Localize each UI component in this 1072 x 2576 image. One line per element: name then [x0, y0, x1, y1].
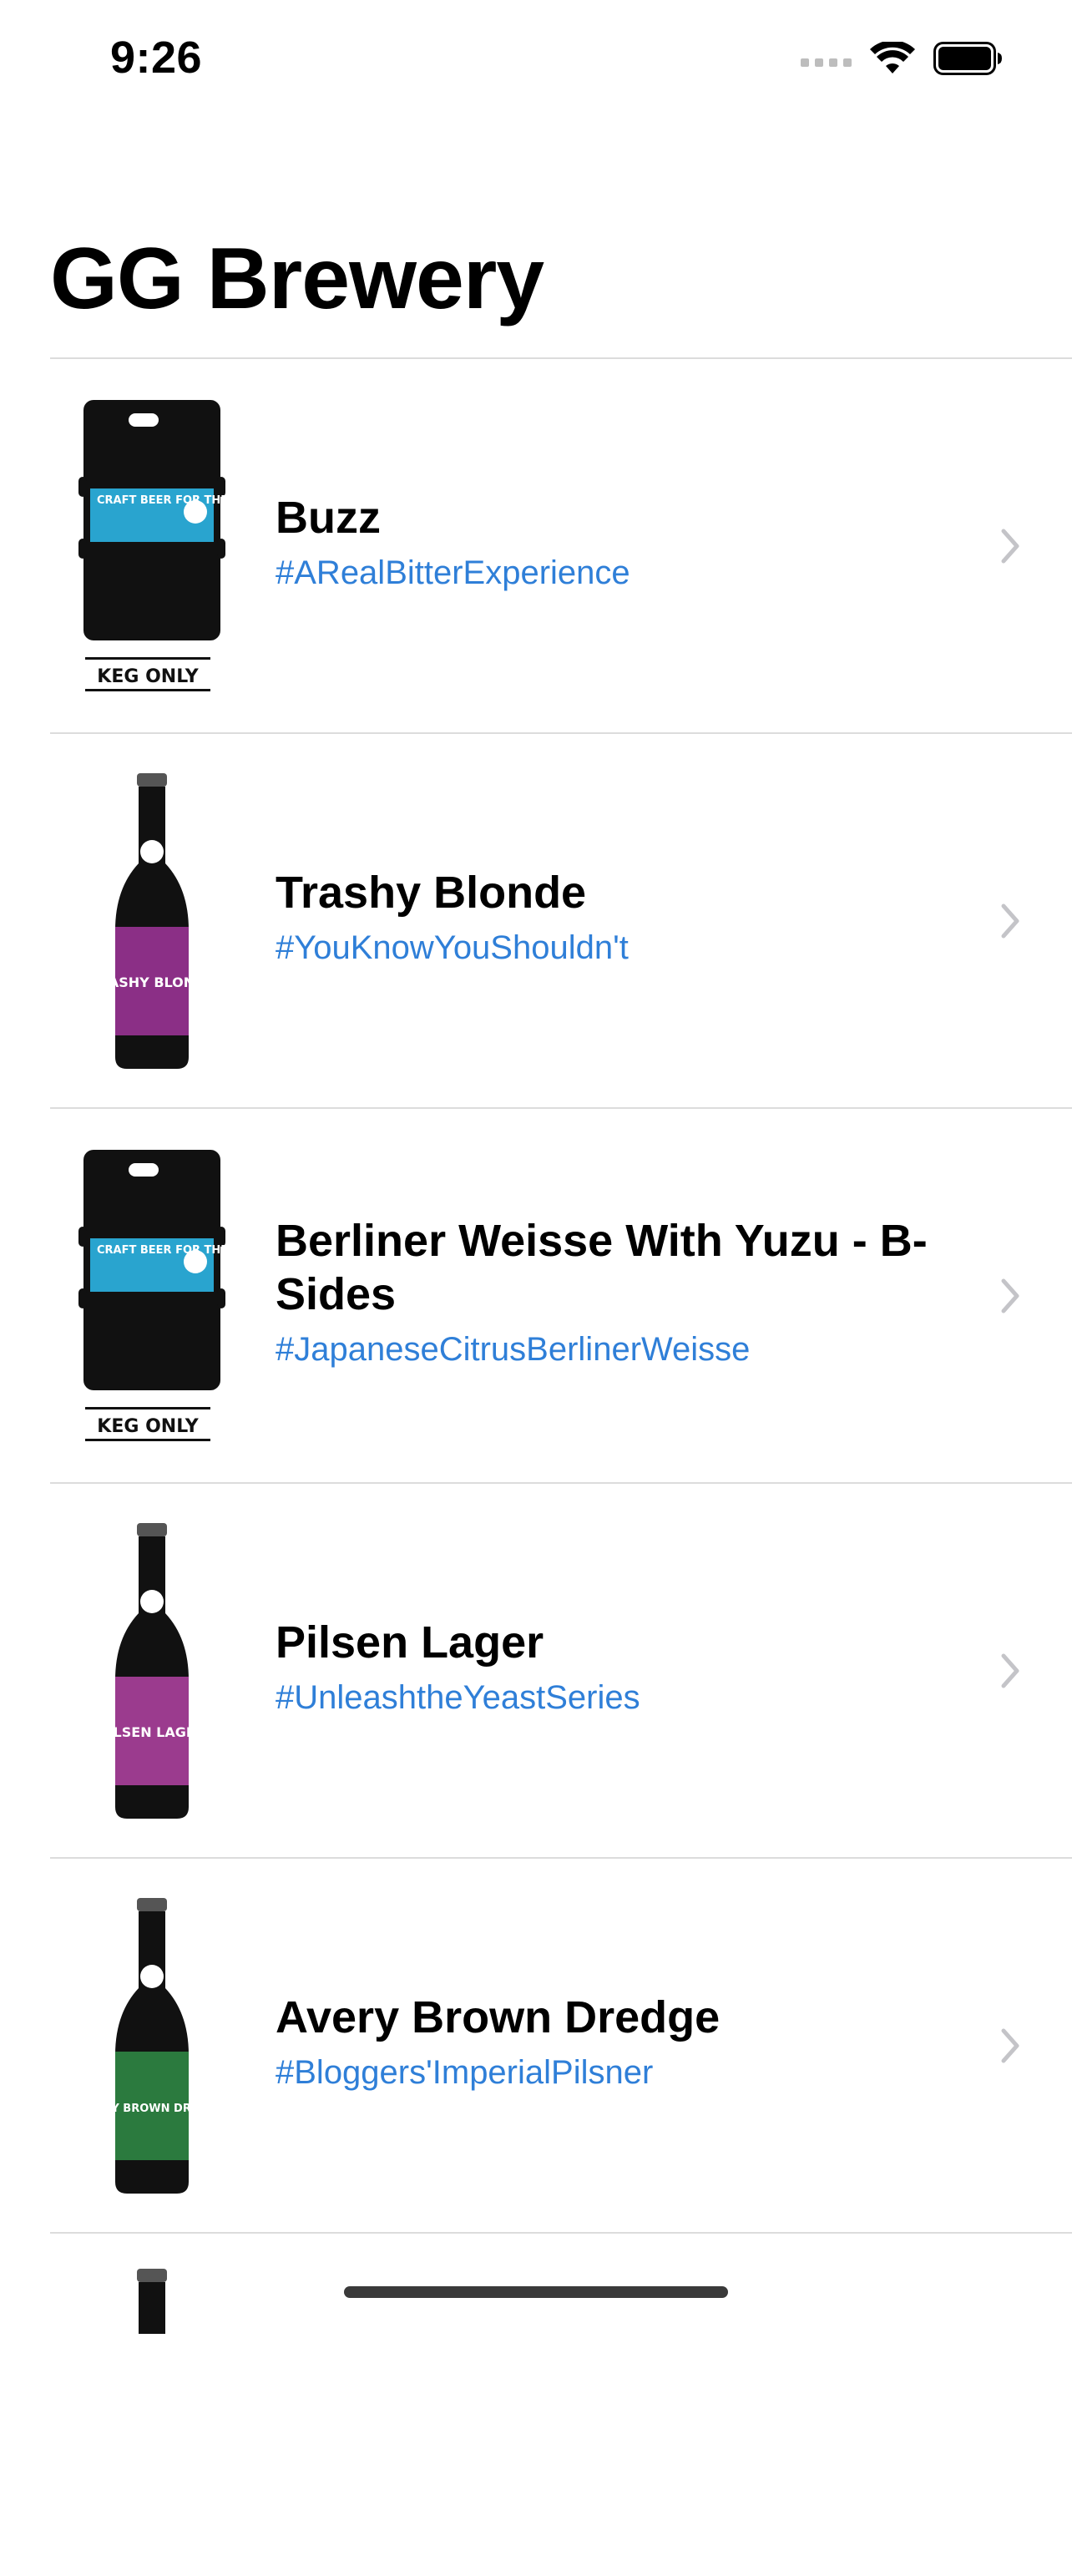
chevron-right-icon — [1001, 2028, 1019, 2062]
list-item[interactable]: PILSEN LAGER Pilsen Lager #UnleashtheYea… — [50, 1482, 1072, 1857]
bottle-label-text: AVERY BROWN DREDGE — [110, 2103, 194, 2115]
battery-icon — [933, 42, 1002, 75]
beer-tagline: #ARealBitterExperience — [276, 554, 630, 591]
bottle-icon: AVERY BROWN DREDGE — [77, 1892, 227, 2201]
bottle-icon — [77, 2267, 227, 2576]
keg-only-label: KEG ONLY — [97, 666, 199, 687]
keg-icon: CRAFT BEER FOR THE PEOPLE KEG ONLY — [77, 1142, 227, 1451]
page-title: GG Brewery — [50, 230, 544, 327]
bottle-icon: TRASHY BLONDE — [77, 767, 227, 1076]
bottle-label-text: PILSEN LAGER — [110, 1724, 194, 1740]
status-bar: 9:26 — [0, 0, 1072, 117]
cellular-signal-icon — [801, 50, 852, 67]
list-item[interactable] — [50, 2232, 1072, 2334]
status-time: 9:26 — [110, 33, 203, 83]
beer-list: CRAFT BEER FOR THE PEOPLE KEG ONLY Buzz … — [0, 357, 1072, 2334]
keg-icon: CRAFT BEER FOR THE PEOPLE KEG ONLY — [77, 392, 227, 701]
beer-name: Buzz — [276, 493, 381, 543]
beer-name: Berliner Weisse With Yuzu - B-Sides — [276, 1216, 928, 1319]
keg-only-label: KEG ONLY — [97, 1416, 199, 1437]
chevron-right-icon — [1001, 1653, 1019, 1688]
keg-label-text: CRAFT BEER FOR THE PEOPLE — [97, 494, 225, 507]
chevron-right-icon — [1001, 529, 1019, 563]
chevron-right-icon — [1001, 903, 1019, 938]
list-item[interactable]: CRAFT BEER FOR THE PEOPLE KEG ONLY Berli… — [50, 1107, 1072, 1482]
bottle-icon: PILSEN LAGER — [77, 1517, 227, 1826]
bottle-label-text: TRASHY BLONDE — [110, 974, 194, 990]
list-item[interactable]: CRAFT BEER FOR THE PEOPLE KEG ONLY Buzz … — [50, 357, 1072, 732]
beer-name: Trashy Blonde — [276, 868, 587, 918]
beer-tagline: #UnleashtheYeastSeries — [276, 1679, 640, 1716]
home-indicator[interactable] — [344, 2286, 728, 2298]
beer-tagline: #Bloggers'ImperialPilsner — [276, 2054, 654, 2091]
list-item[interactable]: TRASHY BLONDE Trashy Blonde #YouKnowYouS… — [50, 732, 1072, 1107]
beer-name: Pilsen Lager — [276, 1617, 544, 1668]
chevron-right-icon — [1001, 1278, 1019, 1313]
beer-tagline: #YouKnowYouShouldn't — [276, 929, 629, 966]
list-item[interactable]: AVERY BROWN DREDGE Avery Brown Dredge #B… — [50, 1857, 1072, 2232]
beer-tagline: #JapaneseCitrusBerlinerWeisse — [276, 1331, 751, 1368]
wifi-icon — [870, 42, 915, 73]
beer-name: Avery Brown Dredge — [276, 1992, 721, 2042]
status-icons — [801, 38, 1002, 78]
keg-label-text: CRAFT BEER FOR THE PEOPLE — [97, 1244, 225, 1257]
